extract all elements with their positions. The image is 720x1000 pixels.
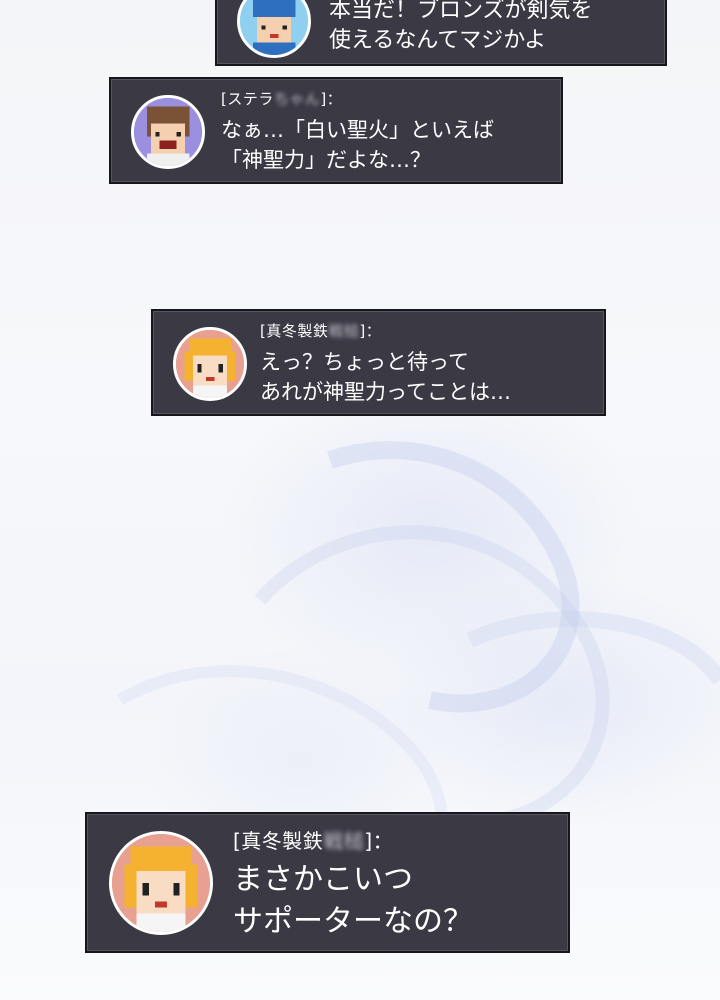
chat-message-box: [ステラちゃん]： なぁ…「白い聖火」といえば 「神聖力」だよな…？: [109, 77, 563, 184]
avatar: [109, 831, 213, 935]
speaker-name-text: [真冬製鉄: [233, 829, 324, 853]
chat-message-box: [真冬製鉄戦槌]： えっ？ちょっと待って あれが神聖力ってことは…: [151, 309, 606, 416]
speaker-name-text: [ステラ: [221, 90, 274, 108]
avatar: [131, 95, 205, 169]
message-line: サポーターなの？: [233, 904, 473, 939]
speaker-name-suffix: ]：: [359, 322, 382, 340]
speaker-name: [真冬製鉄戦槌]：: [260, 321, 381, 341]
message-line: まさかこいつ: [233, 862, 413, 897]
message-line: えっ？ちょっと待って: [260, 350, 469, 374]
speaker-name-blurred: ちゃん: [273, 90, 321, 108]
speaker-name-blurred: 戦槌: [328, 322, 360, 340]
speaker-name-blurred: 戦槌: [323, 829, 365, 853]
avatar: [237, 0, 311, 58]
chat-message-box: [真冬製鉄戦槌]： まさかこいつ サポーターなの？: [85, 812, 570, 953]
speaker-name: [真冬製鉄戦槌]：: [233, 828, 393, 854]
message-line: あれが神聖力ってことは…: [260, 380, 511, 404]
blonde-girl-icon: [176, 330, 244, 398]
avatar: [173, 327, 247, 401]
speaker-name-suffix: ]：: [320, 90, 343, 108]
speaker-name-text: [真冬製鉄: [260, 322, 329, 340]
chat-message-box: 本当だ！ブロンズが剣気を 使えるなんてマジかよ: [215, 0, 667, 66]
blonde-girl-icon: [112, 834, 210, 932]
message-line: 「神聖力」だよな…？: [221, 148, 431, 172]
message-line: 本当だ！ブロンズが剣気を: [329, 0, 593, 23]
brown-hair-boy-icon: [134, 98, 202, 166]
speaker-name: [ステラちゃん]：: [221, 89, 342, 109]
blue-cap-boy-icon: [240, 0, 308, 55]
speaker-name-suffix: ]：: [364, 829, 394, 853]
message-line: 使えるなんてマジかよ: [329, 28, 547, 53]
message-line: なぁ…「白い聖火」といえば: [221, 118, 494, 142]
